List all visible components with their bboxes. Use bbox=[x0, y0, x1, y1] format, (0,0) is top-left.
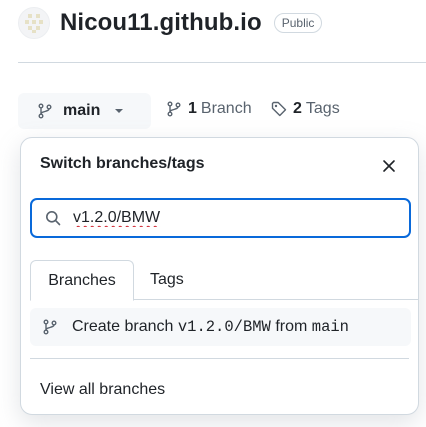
popover-divider bbox=[30, 358, 409, 359]
tag-icon bbox=[271, 101, 287, 117]
create-branch-prefix: Create branch bbox=[72, 318, 174, 335]
switch-branches-popover: Switch branches/tags Branches Tags Creat… bbox=[20, 137, 419, 415]
branch-search-field[interactable] bbox=[30, 198, 411, 238]
triangle-down-icon bbox=[114, 108, 124, 114]
popover-title: Switch branches/tags bbox=[40, 155, 205, 172]
create-branch-item[interactable]: Create branch v1.2.0/BMW from main bbox=[30, 308, 411, 346]
new-branch-name: v1.2.0/BMW bbox=[177, 318, 271, 336]
branch-count: 1 bbox=[188, 100, 197, 117]
branches-link[interactable]: 1 Branch bbox=[166, 100, 252, 118]
identicon-icon bbox=[25, 14, 43, 33]
repo-header: Nicou11.github.io Public bbox=[18, 4, 323, 42]
header-divider bbox=[18, 62, 426, 63]
visibility-badge: Public bbox=[273, 13, 323, 33]
branch-selector-button[interactable]: main bbox=[18, 93, 151, 129]
branch-tag-tabs: Branches Tags bbox=[30, 260, 418, 301]
repo-name[interactable]: Nicou11.github.io bbox=[60, 9, 262, 37]
git-branch-icon bbox=[167, 101, 181, 117]
search-icon bbox=[46, 211, 61, 226]
tags-link[interactable]: 2 Tags bbox=[271, 100, 340, 118]
create-branch-from: from bbox=[275, 318, 308, 335]
view-all-branches-link[interactable]: View all branches bbox=[40, 381, 165, 399]
tab-branches[interactable]: Branches bbox=[30, 260, 134, 301]
create-branch-text: Create branch v1.2.0/BMW from main bbox=[72, 318, 349, 336]
source-branch-name: main bbox=[311, 318, 349, 336]
branch-count-label: Branch bbox=[200, 100, 252, 117]
git-branch-icon bbox=[38, 103, 52, 119]
close-icon[interactable] bbox=[380, 157, 398, 175]
tag-count-label: Tags bbox=[305, 100, 340, 117]
tag-count: 2 bbox=[293, 100, 302, 117]
current-branch-label: main bbox=[63, 102, 101, 119]
tab-tags[interactable]: Tags bbox=[150, 260, 184, 300]
git-branch-icon bbox=[43, 319, 57, 335]
avatar[interactable] bbox=[18, 7, 50, 39]
branch-search-input[interactable] bbox=[71, 208, 371, 228]
